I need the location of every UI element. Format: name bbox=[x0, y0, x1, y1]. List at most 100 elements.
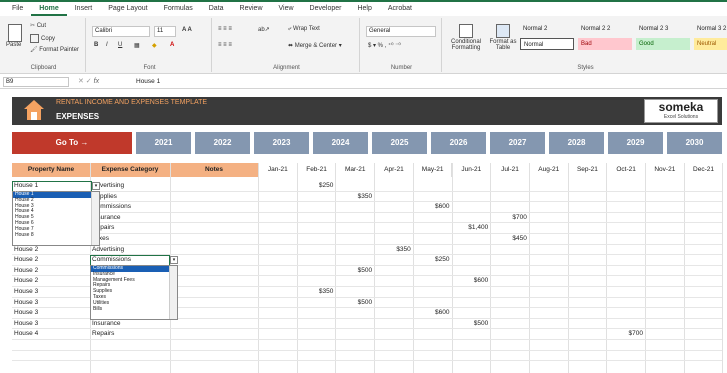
menu-tab-review[interactable]: Review bbox=[232, 2, 271, 16]
year-button-2026[interactable]: 2026 bbox=[431, 132, 486, 154]
category-cell[interactable]: Repairs bbox=[92, 329, 114, 339]
menu-tab-file[interactable]: File bbox=[4, 2, 31, 16]
property-cell[interactable]: House 2 bbox=[14, 266, 38, 276]
year-button-2022[interactable]: 2022 bbox=[195, 132, 250, 154]
menu-tab-developer[interactable]: Developer bbox=[302, 2, 350, 16]
amount-cell[interactable]: $350 bbox=[298, 287, 333, 297]
amount-cell[interactable]: $600 bbox=[414, 308, 449, 318]
grow-font-icon[interactable]: A A bbox=[182, 27, 192, 33]
property-cell[interactable]: House 2 bbox=[14, 255, 38, 265]
font-name-select[interactable]: Calibri bbox=[92, 26, 150, 37]
style-normal[interactable]: Normal bbox=[520, 38, 574, 50]
style-good[interactable]: Good bbox=[636, 38, 690, 50]
style-bad[interactable]: Bad bbox=[578, 38, 632, 50]
table-row: House 1Commissions$600 bbox=[12, 202, 722, 213]
menu-tab-help[interactable]: Help bbox=[349, 2, 379, 16]
fx-icon[interactable]: ✕ ✓ fx bbox=[78, 77, 99, 85]
amount-cell[interactable]: $700 bbox=[607, 329, 643, 339]
property-option[interactable]: House 8 bbox=[13, 232, 91, 239]
menu-tab-insert[interactable]: Insert bbox=[67, 2, 101, 16]
amount-cell[interactable]: $700 bbox=[491, 213, 526, 223]
header-expense-category: Expense Category bbox=[90, 163, 170, 177]
property-cell[interactable]: House 3 bbox=[14, 319, 38, 329]
style-normal-3-2[interactable]: Normal 3 2 bbox=[694, 23, 727, 35]
amount-cell[interactable]: $1,400 bbox=[453, 223, 488, 233]
paste-label: Paste bbox=[6, 42, 22, 48]
orientation-icon[interactable]: ab↗ bbox=[258, 26, 270, 33]
year-button-2021[interactable]: 2021 bbox=[136, 132, 191, 154]
menu-tab-acrobat[interactable]: Acrobat bbox=[380, 2, 420, 16]
number-title: Number bbox=[390, 65, 413, 71]
formula-input[interactable]: House 1 bbox=[136, 77, 160, 87]
style-normal-2-2[interactable]: Normal 2 2 bbox=[578, 23, 632, 35]
category-cell[interactable]: Advertising bbox=[92, 245, 124, 255]
styles-group: Conditional Formatting Format as Table N… bbox=[444, 18, 727, 72]
year-button-2029[interactable]: 2029 bbox=[608, 132, 663, 154]
font-color-icon[interactable]: A bbox=[170, 42, 174, 48]
align-top-icon[interactable]: ≡ ≡ ≡ bbox=[218, 26, 232, 32]
menu-tab-page-layout[interactable]: Page Layout bbox=[100, 2, 155, 16]
year-button-2024[interactable]: 2024 bbox=[313, 132, 368, 154]
style-neutral[interactable]: Neutral bbox=[694, 38, 727, 50]
property-cell[interactable]: House 2 bbox=[14, 276, 38, 286]
copy-button[interactable]: Copy bbox=[30, 34, 55, 43]
property-dropdown-scrollbar[interactable] bbox=[91, 192, 99, 245]
amount-cell[interactable]: $350 bbox=[375, 245, 410, 255]
wrap-text-button[interactable]: ⤶ Wrap Text bbox=[288, 26, 320, 33]
format-painter-button[interactable]: 🖌 Format Painter bbox=[30, 46, 79, 53]
property-cell[interactable]: House 4 bbox=[14, 329, 38, 339]
year-button-2027[interactable]: 2027 bbox=[490, 132, 545, 154]
fill-color-icon[interactable]: ◆ bbox=[152, 42, 157, 49]
menu-tab-data[interactable]: Data bbox=[201, 2, 232, 16]
year-button-2028[interactable]: 2028 bbox=[549, 132, 604, 154]
property-dropdown-arrow[interactable]: ▾ bbox=[92, 182, 100, 190]
conditional-formatting-button[interactable]: Conditional Formatting bbox=[448, 24, 484, 51]
category-dropdown-list[interactable]: Commissions Insurance Management Fees Repai… bbox=[90, 265, 178, 320]
font-size-select[interactable]: 11 bbox=[154, 26, 176, 37]
format-as-table-button[interactable]: Format as Table bbox=[488, 24, 518, 51]
go-to-button[interactable]: Go To → bbox=[12, 132, 132, 154]
menu-tab-home[interactable]: Home bbox=[31, 2, 67, 16]
paste-button[interactable]: Paste bbox=[6, 24, 22, 48]
align-left-icon[interactable]: ≡ ≡ ≡ bbox=[218, 42, 232, 48]
number-format-select[interactable]: General bbox=[366, 26, 436, 37]
style-normal-2-3[interactable]: Normal 2 3 bbox=[636, 23, 690, 35]
name-box[interactable]: B9 bbox=[3, 77, 69, 87]
year-button-2030[interactable]: 2030 bbox=[667, 132, 722, 154]
property-cell[interactable]: House 2 bbox=[14, 245, 38, 255]
amount-cell[interactable]: $350 bbox=[336, 192, 372, 202]
amount-cell[interactable]: $500 bbox=[453, 319, 488, 329]
amount-cell[interactable]: $600 bbox=[414, 202, 449, 212]
category-dropdown-arrow[interactable]: ▾ bbox=[170, 256, 178, 264]
category-option[interactable]: Bills bbox=[91, 306, 169, 313]
property-cell[interactable]: House 3 bbox=[14, 308, 38, 318]
format-as-table-label: Format as Table bbox=[489, 39, 517, 51]
year-button-2023[interactable]: 2023 bbox=[254, 132, 309, 154]
menu-tab-view[interactable]: View bbox=[271, 2, 302, 16]
property-cell[interactable]: House 3 bbox=[14, 287, 38, 297]
year-button-2025[interactable]: 2025 bbox=[372, 132, 427, 154]
banner-subtitle: RENTAL INCOME AND EXPENSES TEMPLATE bbox=[56, 99, 208, 106]
number-group: General $ ▾ % , ⁺⁰ ⁻⁰ Number bbox=[362, 18, 442, 72]
cut-button[interactable]: ✂ Cut bbox=[30, 22, 46, 29]
amount-cell[interactable]: $500 bbox=[336, 298, 372, 308]
category-cell[interactable]: Insurance bbox=[92, 319, 121, 329]
italic-button[interactable]: I bbox=[106, 42, 108, 48]
property-cell[interactable]: House 3 bbox=[14, 298, 38, 308]
header-month-nov-21: Nov-21 bbox=[646, 163, 685, 177]
bold-button[interactable]: B bbox=[94, 42, 98, 48]
amount-cell[interactable]: $600 bbox=[453, 276, 488, 286]
style-normal-2[interactable]: Normal 2 bbox=[520, 23, 574, 35]
borders-icon[interactable]: ▦ bbox=[134, 42, 140, 49]
property-dropdown-list[interactable]: House 1 House 2 House 3 House 4 House 5 House… bbox=[12, 191, 100, 246]
currency-icon[interactable]: $ ▾ % , ⁺⁰ ⁻⁰ bbox=[368, 42, 401, 49]
amount-cell[interactable]: $250 bbox=[298, 181, 333, 191]
amount-cell[interactable]: $500 bbox=[336, 266, 372, 276]
category-dropdown-scrollbar[interactable] bbox=[169, 266, 177, 319]
underline-button[interactable]: U bbox=[118, 42, 122, 48]
amount-cell[interactable]: $450 bbox=[491, 234, 526, 244]
amount-cell[interactable]: $250 bbox=[414, 255, 449, 265]
merge-center-button[interactable]: ⬌ Merge & Center ▾ bbox=[288, 42, 342, 49]
menu-tab-formulas[interactable]: Formulas bbox=[156, 2, 201, 16]
scissors-icon: ✂ bbox=[30, 23, 36, 29]
